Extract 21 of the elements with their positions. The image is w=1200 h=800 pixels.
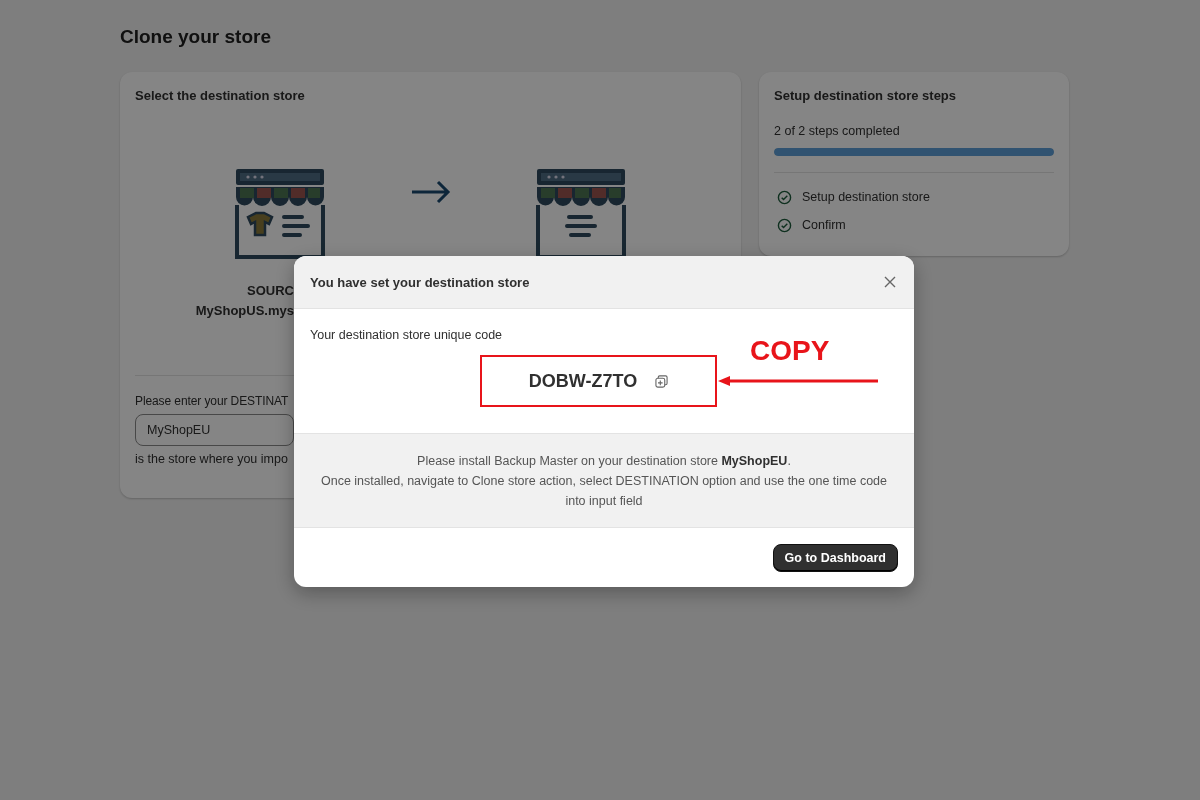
source-domain: MyShopUS.mys [194, 302, 294, 320]
field-label: Please enter your DESTINAT [135, 394, 289, 408]
close-icon[interactable] [882, 274, 898, 290]
step-label: Setup destination store [802, 190, 930, 204]
step-label: Confirm [802, 218, 846, 232]
info-text: Please install Backup Master on your destination store MyShopEU. [416, 453, 792, 470]
card-title: Select the destination store [135, 88, 306, 103]
annotation-text: COPY [750, 335, 830, 367]
modal-title: You have set your destination store [310, 274, 530, 290]
copy-icon[interactable] [655, 374, 669, 388]
store-input-field[interactable]: MyShopEU [135, 414, 294, 446]
card-title: Setup destination store steps [774, 88, 958, 103]
progress-text: 2 of 2 steps completed [774, 124, 901, 138]
source-label: SOURC [246, 282, 294, 300]
code-label: Your destination store unique code [310, 328, 504, 342]
arrow-icon [410, 180, 451, 204]
field-hint: is the store where you impo [135, 452, 288, 466]
page-title: Clone your store [120, 26, 272, 48]
info-text: Once installed, navigate to Clone store action, select DESTINATION option and use the one time code into input field [319, 473, 888, 510]
dashboard-button[interactable]: Go to Dashboard [772, 543, 898, 572]
unique-code: DOBW-Z7TO [528, 370, 638, 392]
